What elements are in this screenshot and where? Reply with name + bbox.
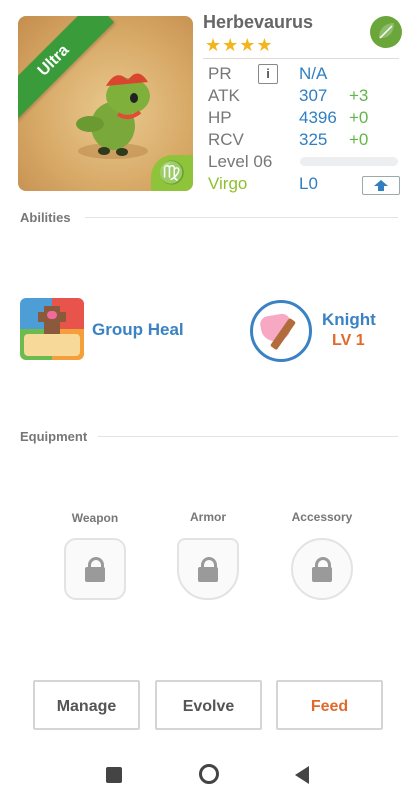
ability-name[interactable]: Group Heal [92,320,184,340]
star-rating: ★★★★ [205,35,274,55]
equipment-title: Equipment [20,429,88,444]
class-name[interactable]: Knight [322,310,376,330]
feed-button[interactable]: Feed [276,680,383,730]
evolve-button[interactable]: Evolve [155,680,262,730]
knight-class-icon[interactable] [250,300,312,362]
abilities-divider [85,217,398,218]
recent-apps-button[interactable] [106,767,122,783]
pr-info-icon[interactable]: i [258,64,278,84]
monster-portrait[interactable]: Ultra ♍ [18,16,193,191]
atk-bonus: +3 [349,86,369,105]
class-level: LV 1 [332,332,365,349]
rcv-value: 325 [299,130,328,149]
zodiac-level: L0 [299,174,318,193]
header-divider [203,58,399,59]
rcv-bonus: +0 [349,130,369,149]
zodiac-badge: ♍ [151,155,193,191]
abilities-title: Abilities [20,210,71,225]
back-button[interactable] [295,766,309,784]
zodiac-label: Virgo [208,174,248,193]
armor-label: Armor [189,510,226,524]
accessory-label: Accessory [291,510,353,524]
leaf-icon [370,16,402,48]
hp-value: 4396 [299,108,337,127]
equipment-divider [98,436,398,437]
atk-label: ATK [208,86,240,105]
pr-value: N/A [299,64,328,83]
rcv-label: RCV [208,130,244,149]
monster-name: Herbevaurus [203,12,314,32]
armor-slot[interactable] [177,538,239,600]
hp-label: HP [208,108,232,127]
level-progress-bar [300,157,398,166]
weapon-label: Weapon [71,511,119,525]
zodiac-upgrade-button[interactable] [362,176,400,195]
hp-bonus: +0 [349,108,369,127]
pr-label: PR [208,64,232,83]
accessory-slot[interactable] [291,538,353,600]
group-heal-icon[interactable] [20,298,84,360]
atk-value: 307 [299,86,328,105]
weapon-slot[interactable] [64,538,126,600]
manage-button[interactable]: Manage [33,680,140,730]
home-button[interactable] [199,764,219,784]
level-label: Level 06 [208,152,273,171]
